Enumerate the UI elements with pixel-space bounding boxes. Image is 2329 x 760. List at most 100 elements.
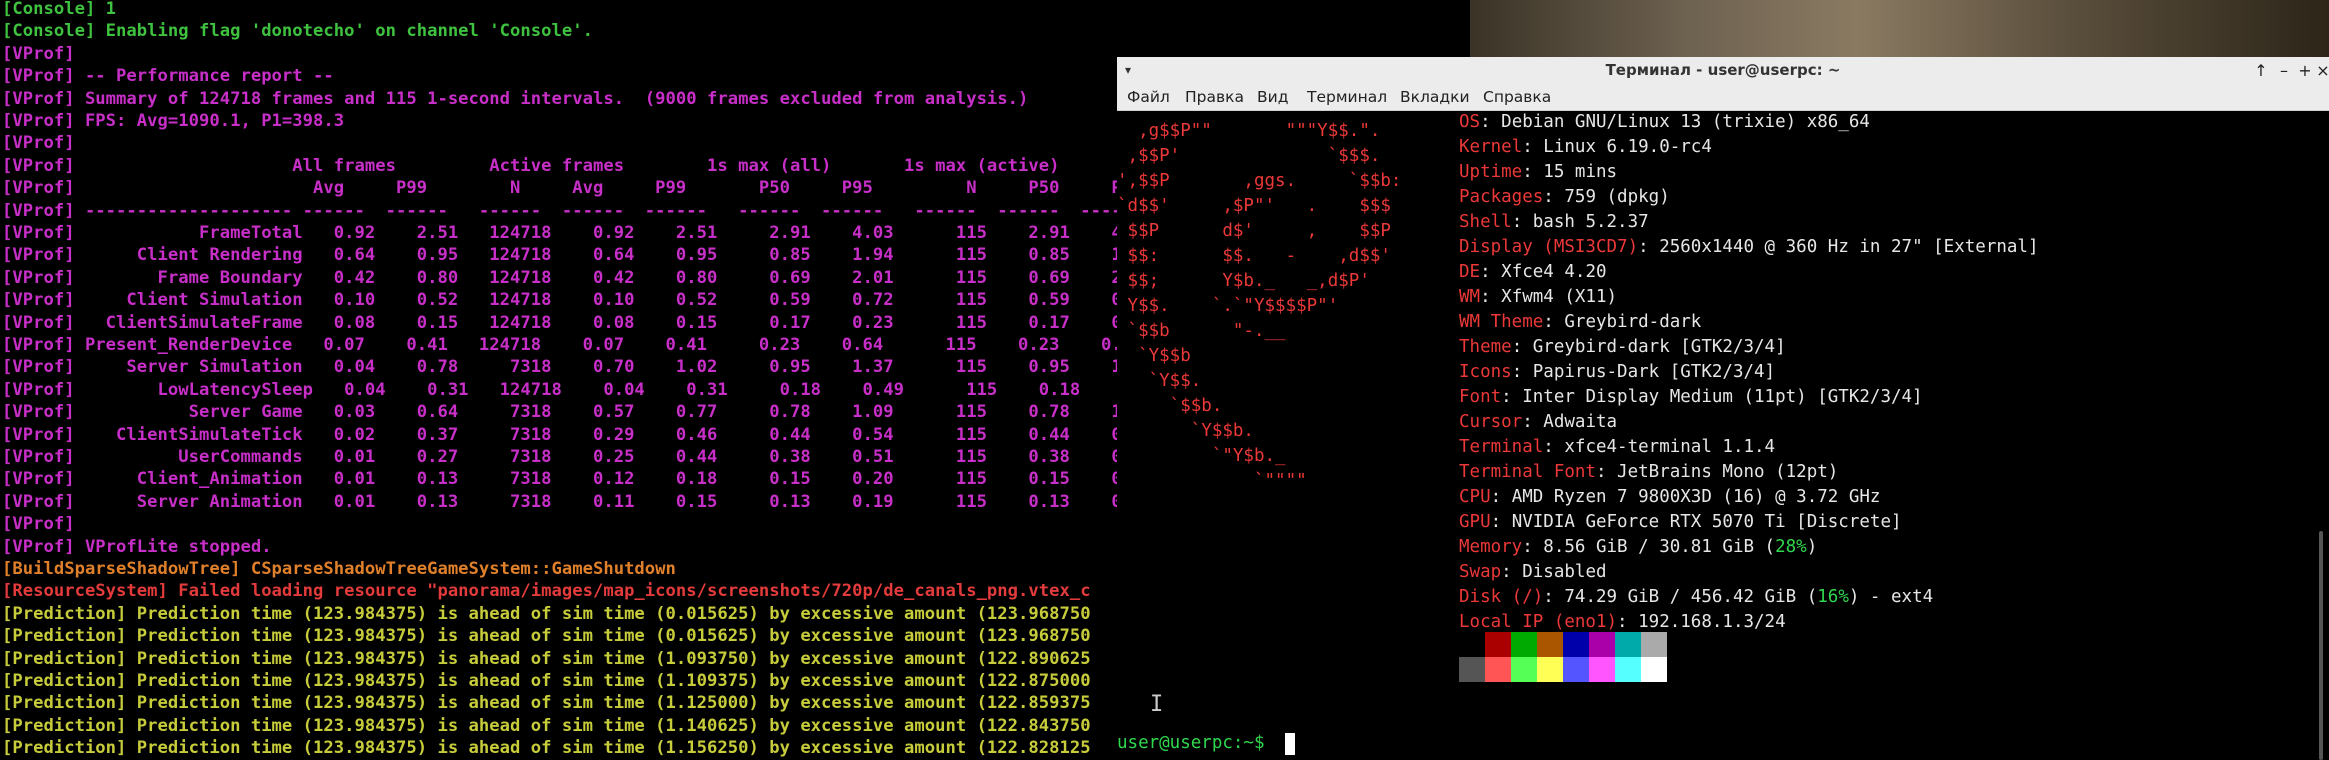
info-key: Shell xyxy=(1459,212,1512,232)
info-key: OS xyxy=(1459,112,1481,132)
info-separator: : xyxy=(1490,512,1512,532)
terminal-window[interactable]: ▾ Терминал - user@userpc: ~ ↑ – + × Файл… xyxy=(1117,57,2329,760)
info-key: Local IP (eno1) xyxy=(1459,612,1618,632)
info-key: Swap xyxy=(1459,562,1502,582)
close-button[interactable]: × xyxy=(2313,57,2329,84)
console-line: [Prediction] Prediction time (123.984375… xyxy=(2,738,1091,759)
info-value: Greybird-dark [GTK2/3/4] xyxy=(1532,337,1786,357)
logo-line: `$$b "-.__ xyxy=(1117,321,1286,341)
info-percent: 28% xyxy=(1775,537,1807,557)
info-separator: : xyxy=(1543,187,1565,207)
info-row: CPU: AMD Ryzen 7 9800X3D (16) @ 3.72 GHz xyxy=(1459,485,1880,510)
info-separator: : xyxy=(1595,462,1618,482)
info-key: Cursor xyxy=(1459,412,1523,432)
menu-tabs[interactable]: Вкладки xyxy=(1400,84,1470,110)
info-value: Papirus-Dark [GTK2/3/4] xyxy=(1532,362,1776,382)
menu-edit[interactable]: Правка xyxy=(1185,84,1244,110)
shell-prompt: user@userpc:~$ xyxy=(1117,733,1276,753)
terminal-titlebar[interactable]: ▾ Терминал - user@userpc: ~ ↑ – + × xyxy=(1117,57,2329,84)
console-line: [VProf] VProfLite stopped. xyxy=(2,536,272,557)
info-separator: : xyxy=(1522,537,1544,557)
logo-line: Y$$. `.`"Y$$$$P"' xyxy=(1117,296,1339,316)
terminal-menubar: Файл Правка Вид Терминал Вкладки Справка xyxy=(1117,84,2329,111)
logo-line: ,g$$P"" """Y$$.". xyxy=(1117,121,1381,141)
info-key: CPU xyxy=(1459,487,1491,507)
logo-line: `d$$' ,$P"' . $$$ xyxy=(1117,196,1391,216)
console-line: [VProf] Present_RenderDevice 0.07 0.41 1… xyxy=(2,335,1117,355)
info-row: Memory: 8.56 GiB / 30.81 GiB (28%) xyxy=(1459,535,1817,560)
info-value: NVIDIA GeForce RTX 5070 Ti [Discrete] xyxy=(1511,512,1902,532)
palette-swatch xyxy=(1563,632,1589,657)
palette-swatch xyxy=(1511,657,1537,682)
minimize-button[interactable]: – xyxy=(2274,57,2294,84)
console-line: [VProf] xyxy=(2,133,75,154)
info-separator: : xyxy=(1480,112,1502,132)
info-tail: ) xyxy=(1806,537,1818,557)
info-separator: : xyxy=(1522,162,1544,182)
console-line: [VProf] FPS: Avg=1090.1, P1=398.3 xyxy=(2,111,345,131)
logo-line: ,$$P' `$$$. xyxy=(1117,146,1381,166)
info-separator: : xyxy=(1522,412,1544,432)
console-line: [ResourceSystem] Failed loading resource… xyxy=(2,581,1091,602)
logo-line: `$$b. xyxy=(1117,396,1223,416)
info-separator: : xyxy=(1638,237,1660,257)
menu-file[interactable]: Файл xyxy=(1127,84,1170,110)
info-value: 2560x1440 @ 360 Hz in 27" [External] xyxy=(1659,237,2039,257)
menu-help[interactable]: Справка xyxy=(1483,84,1551,110)
info-row: Kernel: Linux 6.19.0-rc4 xyxy=(1459,135,1712,160)
info-separator: : xyxy=(1543,312,1565,332)
scrollbar-thumb[interactable] xyxy=(2319,531,2323,760)
info-key: DE xyxy=(1459,262,1481,282)
desktop-wallpaper xyxy=(1470,0,2329,60)
console-line: [VProf] Server Simulation 0.04 0.78 7318… xyxy=(2,357,1117,378)
info-key: Icons xyxy=(1459,362,1512,382)
terminal-content[interactable]: ,g$$P"" """Y$$.". ,$$P' `$$$. ',$$P ,ggs.… xyxy=(1117,111,2329,760)
info-separator: : xyxy=(1501,387,1523,407)
console-line: [Prediction] Prediction time (123.984375… xyxy=(2,671,1091,691)
menu-terminal[interactable]: Терминал xyxy=(1307,84,1387,110)
info-value: Greybird-dark xyxy=(1564,312,1702,332)
palette-swatch xyxy=(1459,657,1485,682)
info-key: Uptime xyxy=(1459,162,1523,182)
shade-up-icon[interactable]: ↑ xyxy=(2251,57,2271,84)
palette-swatch xyxy=(1589,632,1615,657)
logo-line: $$: $$. - ,d$$' xyxy=(1117,246,1391,266)
info-key: Terminal Font xyxy=(1459,462,1596,482)
logo-line: $$P d$' , $$P xyxy=(1117,221,1391,241)
console-line: [Prediction] Prediction time (123.984375… xyxy=(2,603,1091,624)
info-separator: : xyxy=(1617,612,1639,632)
game-console-output: [Console] 1 [Console] Enabling flag 'dono… xyxy=(0,0,1117,760)
info-row: Shell: bash 5.2.37 xyxy=(1459,210,1649,235)
info-key: Disk (/) xyxy=(1459,587,1544,607)
console-line: [BuildSparseShadowTree] CSparseShadowTre… xyxy=(2,559,676,579)
info-value: Linux 6.19.0-rc4 xyxy=(1543,137,1712,157)
palette-swatch xyxy=(1485,632,1511,657)
console-line: [Prediction] Prediction time (123.984375… xyxy=(2,626,1091,647)
info-separator: : xyxy=(1480,262,1502,282)
terminal-scrollbar[interactable] xyxy=(2317,111,2325,760)
info-row: Cursor: Adwaita xyxy=(1459,410,1617,435)
info-row: OS: Debian GNU/Linux 13 (trixie) x86_64 xyxy=(1459,110,1870,135)
console-line: [VProf] ClientSimulateFrame 0.08 0.15 12… xyxy=(2,312,1117,333)
palette-swatch xyxy=(1537,657,1563,682)
info-key: WM Theme xyxy=(1459,312,1544,332)
palette-swatch xyxy=(1641,657,1667,682)
info-key: Display (MSI3CD7) xyxy=(1459,237,1639,257)
palette-swatch xyxy=(1537,632,1563,657)
info-row: Swap: Disabled xyxy=(1459,560,1607,585)
info-key: Packages xyxy=(1459,187,1544,207)
palette-swatch xyxy=(1563,657,1589,682)
info-row: Icons: Papirus-Dark [GTK2/3/4] xyxy=(1459,360,1775,385)
info-value: 192.168.1.3/24 xyxy=(1638,612,1786,632)
info-key: GPU xyxy=(1459,512,1491,532)
info-row: Display (MSI3CD7): 2560x1440 @ 360 Hz in… xyxy=(1459,235,2039,260)
maximize-button[interactable]: + xyxy=(2295,57,2315,84)
console-line: [VProf] ClientSimulateTick 0.02 0.37 731… xyxy=(2,424,1117,445)
info-value: bash 5.2.37 xyxy=(1532,212,1649,232)
info-separator: : xyxy=(1511,337,1533,357)
info-key: Font xyxy=(1459,387,1502,407)
info-row: GPU: NVIDIA GeForce RTX 5070 Ti [Discret… xyxy=(1459,510,1902,535)
info-key: Theme xyxy=(1459,337,1512,357)
info-row: Font: Inter Display Medium (11pt) [GTK2/… xyxy=(1459,385,1923,410)
menu-view[interactable]: Вид xyxy=(1257,84,1288,110)
